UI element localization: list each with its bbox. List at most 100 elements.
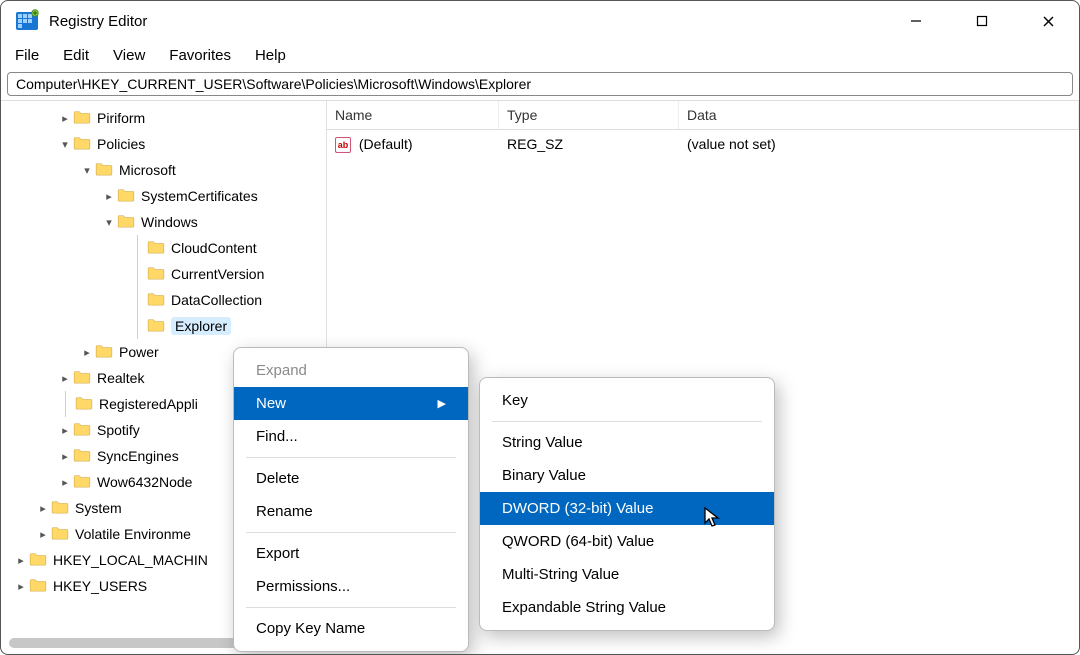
chevron-right-icon[interactable]: ▸ <box>13 580 29 593</box>
context-menu-item[interactable]: Multi-String Value <box>480 558 774 591</box>
chevron-right-icon: ▶ <box>438 397 446 410</box>
context-menu-item: Expand <box>234 354 468 387</box>
col-header-type[interactable]: Type <box>499 101 679 129</box>
context-menu-item[interactable]: String Value <box>480 426 774 459</box>
menu-help[interactable]: Help <box>255 47 286 64</box>
tree-node[interactable]: Explorer <box>1 313 326 339</box>
menubar: File Edit View Favorites Help <box>1 41 1079 72</box>
list-header: Name Type Data <box>327 101 1079 130</box>
folder-icon <box>73 136 97 153</box>
col-header-name[interactable]: Name <box>327 101 499 129</box>
chevron-right-icon[interactable]: ▸ <box>79 346 95 359</box>
tree-node-label: Policies <box>97 136 145 152</box>
menu-separator <box>246 607 456 608</box>
context-menu-item-label: Copy Key Name <box>256 620 365 637</box>
context-menu-item[interactable]: Export <box>234 537 468 570</box>
folder-icon <box>147 318 171 335</box>
tree-node[interactable]: ▸ SystemCertificates <box>1 183 326 209</box>
context-menu-item-label: New <box>256 395 286 412</box>
menu-favorites[interactable]: Favorites <box>169 47 231 64</box>
context-menu-item-label: Expand <box>256 362 307 379</box>
tree-node[interactable]: ▾Microsoft <box>1 157 326 183</box>
tree-node-label: Windows <box>141 214 198 230</box>
folder-icon <box>29 578 53 595</box>
menu-edit[interactable]: Edit <box>63 47 89 64</box>
context-menu-item-label: QWORD (64-bit) Value <box>502 533 654 550</box>
tree-node[interactable]: ▾ Policies <box>1 131 326 157</box>
context-menu-item[interactable]: Permissions... <box>234 570 468 603</box>
folder-icon <box>51 500 75 517</box>
context-menu-item-label: Multi-String Value <box>502 566 619 583</box>
folder-icon <box>117 188 141 205</box>
context-menu-item[interactable]: QWORD (64-bit) Value <box>480 525 774 558</box>
context-menu-item[interactable]: Copy Key Name <box>234 612 468 645</box>
context-menu-item-label: Expandable String Value <box>502 599 666 616</box>
folder-icon <box>73 474 97 491</box>
maximize-button[interactable] <box>959 5 1005 37</box>
minimize-button[interactable] <box>893 5 939 37</box>
context-menu-item[interactable]: Delete <box>234 462 468 495</box>
tree-node[interactable]: CurrentVersion <box>1 261 326 287</box>
context-menu-item[interactable]: Find... <box>234 420 468 453</box>
chevron-right-icon[interactable]: ▸ <box>57 424 73 437</box>
list-row[interactable]: ab (Default) REG_SZ (value not set) <box>327 130 1079 159</box>
context-submenu-new[interactable]: Key String ValueBinary Value DWORD (32-bit… <box>479 377 775 631</box>
context-menu-item[interactable]: Binary Value <box>480 459 774 492</box>
chevron-right-icon[interactable]: ▸ <box>13 554 29 567</box>
tree-node-label: System <box>75 500 122 516</box>
chevron-right-icon[interactable]: ▸ <box>35 528 51 541</box>
app-icon <box>13 7 41 35</box>
chevron-down-icon[interactable]: ▾ <box>57 138 73 151</box>
tree-node[interactable]: ▾ Windows <box>1 209 326 235</box>
cell-type: REG_SZ <box>499 130 679 159</box>
folder-icon <box>147 292 171 309</box>
menu-view[interactable]: View <box>113 47 145 64</box>
menu-file[interactable]: File <box>15 47 39 64</box>
folder-icon <box>147 240 171 257</box>
context-menu-item-label: Export <box>256 545 299 562</box>
tree-node[interactable]: ▸Piriform <box>1 105 326 131</box>
address-bar[interactable]: Computer\HKEY_CURRENT_USER\Software\Poli… <box>7 72 1073 96</box>
chevron-right-icon[interactable]: ▸ <box>57 372 73 385</box>
chevron-right-icon[interactable]: ▸ <box>57 476 73 489</box>
chevron-right-icon[interactable]: ▸ <box>101 190 117 203</box>
context-menu-item-label: Rename <box>256 503 313 520</box>
context-menu[interactable]: Expand New ▶ Find... Delete Rename Export Permi… <box>233 347 469 652</box>
folder-icon <box>95 162 119 179</box>
folder-icon <box>73 370 97 387</box>
tree-node-label: DataCollection <box>171 292 262 308</box>
tree-node-label: Realtek <box>97 370 144 386</box>
window-title: Registry Editor <box>49 13 147 30</box>
context-menu-item[interactable]: New ▶ <box>234 387 468 420</box>
folder-icon <box>51 526 75 543</box>
context-menu-item-label: Key <box>502 392 528 409</box>
chevron-right-icon[interactable]: ▸ <box>57 450 73 463</box>
tree-node[interactable]: CloudContent <box>1 235 326 261</box>
tree-node-label: SystemCertificates <box>141 188 258 204</box>
context-menu-item[interactable]: Key <box>480 384 774 417</box>
context-menu-item-label: DWORD (32-bit) Value <box>502 500 653 517</box>
chevron-down-icon[interactable]: ▾ <box>79 164 95 177</box>
scrollbar-thumb[interactable] <box>9 638 243 648</box>
cell-data: (value not set) <box>679 130 1079 159</box>
tree-node-label: SyncEngines <box>97 448 179 464</box>
context-menu-item[interactable]: DWORD (32-bit) Value <box>480 492 774 525</box>
context-menu-item[interactable]: Rename <box>234 495 468 528</box>
chevron-down-icon[interactable]: ▾ <box>101 216 117 229</box>
address-path: Computer\HKEY_CURRENT_USER\Software\Poli… <box>16 76 531 92</box>
folder-icon <box>75 396 99 413</box>
context-menu-item[interactable]: Expandable String Value <box>480 591 774 624</box>
horizontal-scrollbar[interactable] <box>9 636 1071 650</box>
folder-icon <box>95 344 119 361</box>
string-value-icon: ab <box>335 137 351 153</box>
col-header-data[interactable]: Data <box>679 101 1079 129</box>
chevron-right-icon[interactable]: ▸ <box>57 112 73 125</box>
titlebar: Registry Editor <box>1 1 1079 41</box>
tree-node-label: CurrentVersion <box>171 266 264 282</box>
chevron-right-icon[interactable]: ▸ <box>35 502 51 515</box>
tree-node-label: CloudContent <box>171 240 257 256</box>
close-button[interactable] <box>1025 5 1071 37</box>
folder-icon <box>73 448 97 465</box>
tree-node[interactable]: DataCollection <box>1 287 326 313</box>
tree-node-label: Volatile Environme <box>75 526 191 542</box>
